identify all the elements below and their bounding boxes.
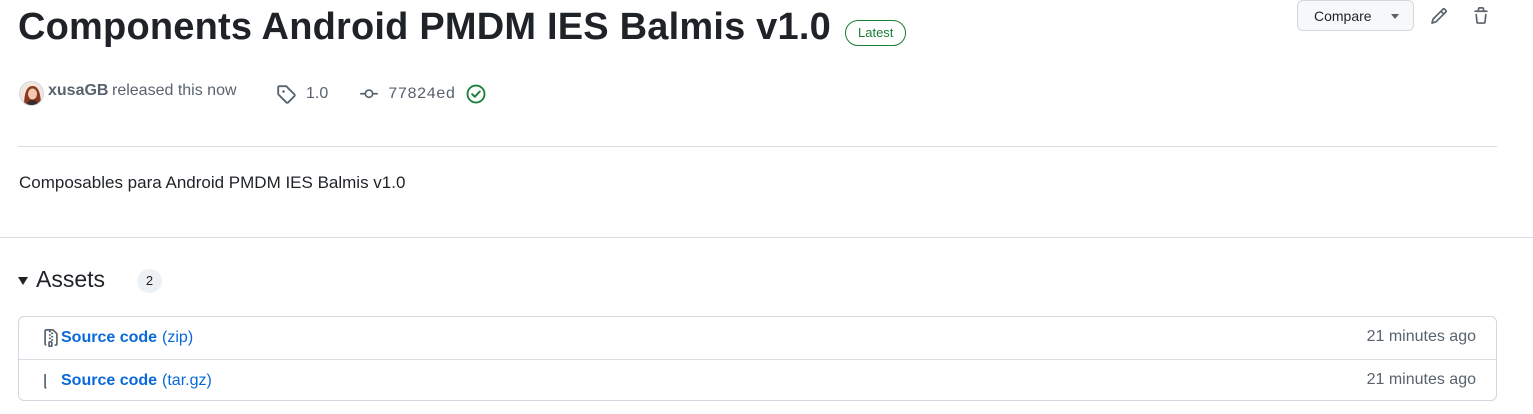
release-description: Composables para Android PMDM IES Balmis… bbox=[19, 173, 406, 192]
delete-release-button[interactable] bbox=[1469, 4, 1493, 28]
asset-ext: (zip) bbox=[162, 329, 194, 346]
tag-icon bbox=[276, 84, 296, 109]
asset-name: Source code bbox=[61, 329, 158, 346]
assets-count-badge: 2 bbox=[137, 269, 162, 293]
compare-button-label: Compare bbox=[1314, 7, 1372, 24]
assets-heading: Assets bbox=[36, 266, 106, 292]
verified-check-icon[interactable] bbox=[466, 84, 486, 109]
assets-list: Source code (zip) 21 minutes ago Source c… bbox=[18, 316, 1497, 401]
source-code-targz-link[interactable]: Source code (tar.gz) bbox=[61, 372, 212, 390]
asset-row: Source code (zip) 21 minutes ago bbox=[19, 317, 1496, 359]
release-title: Components Android PMDM IES Balmis v1.0 bbox=[18, 6, 831, 48]
compare-button[interactable]: Compare bbox=[1297, 0, 1414, 31]
trash-icon bbox=[1474, 7, 1488, 24]
caret-down-icon bbox=[1391, 14, 1399, 19]
asset-name: Source code bbox=[61, 371, 158, 389]
released-text: released this now bbox=[112, 82, 237, 99]
tag-link[interactable]: 1.0 bbox=[306, 85, 328, 103]
asset-ext: (tar.gz) bbox=[162, 371, 212, 389]
source-code-zip-link[interactable]: Source code (zip) bbox=[61, 329, 193, 347]
asset-time: 21 minutes ago bbox=[1366, 328, 1476, 345]
edit-release-button[interactable] bbox=[1427, 4, 1451, 28]
triangle-down-icon bbox=[18, 276, 28, 285]
git-commit-icon bbox=[358, 85, 380, 108]
latest-badge: Latest bbox=[845, 20, 907, 46]
pencil-icon bbox=[1431, 8, 1447, 24]
assets-toggle[interactable]: Assets bbox=[18, 266, 105, 293]
asset-row: Source code (tar.gz) 21 minutes ago bbox=[19, 359, 1496, 400]
file-zip-icon bbox=[42, 372, 60, 390]
file-zip-icon bbox=[42, 329, 60, 347]
divider bbox=[0, 237, 1533, 238]
asset-time: 21 minutes ago bbox=[1366, 371, 1476, 388]
commit-link[interactable]: 77824ed bbox=[388, 85, 455, 103]
author-link[interactable]: xusaGB bbox=[48, 82, 108, 100]
avatar[interactable] bbox=[19, 81, 44, 106]
divider bbox=[18, 146, 1497, 147]
